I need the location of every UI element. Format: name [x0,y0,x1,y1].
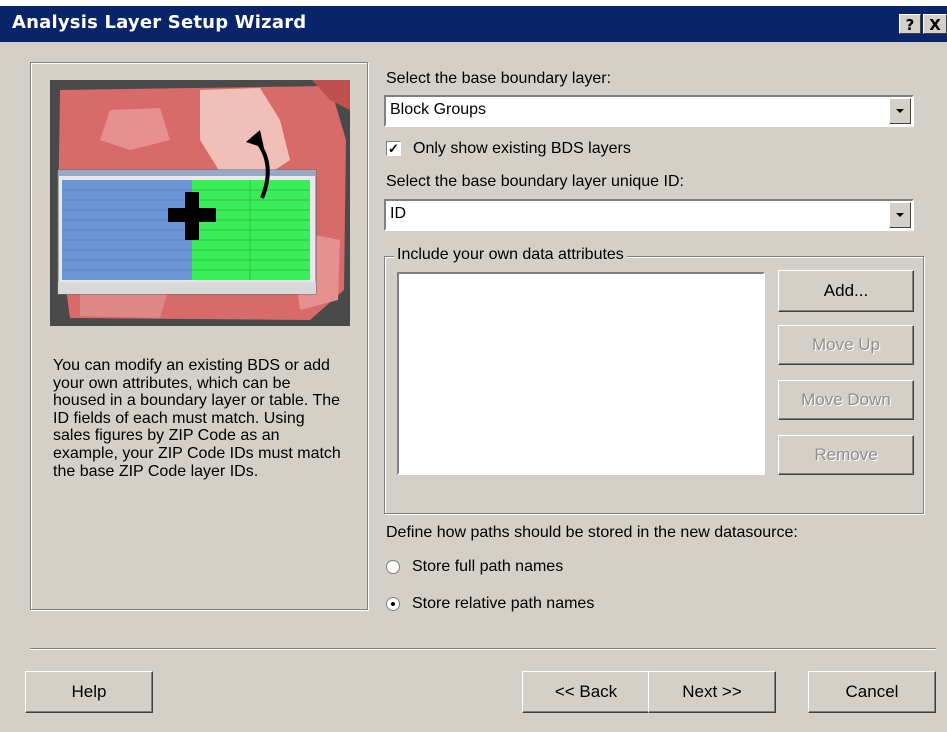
help-icon[interactable]: ? [899,14,921,34]
only-existing-label: Only show existing BDS layers [413,140,631,157]
title-bar: Analysis Layer Setup Wizard ? X [0,0,947,42]
next-button[interactable]: Next >> [648,671,776,713]
full-path-label: Store full path names [412,558,564,575]
add-button[interactable]: Add... [778,270,914,312]
back-button[interactable]: << Back [522,671,650,713]
full-path-radio[interactable] [386,560,400,574]
attributes-group-label: Include your own data attributes [394,246,627,264]
chevron-down-icon[interactable] [889,98,911,124]
base-layer-select[interactable]: Block Groups [384,95,914,127]
remove-button[interactable]: Remove [778,435,914,475]
help-button[interactable]: Help [25,671,153,713]
unique-id-select[interactable]: ID [384,199,914,231]
move-down-button[interactable]: Move Down [778,380,914,420]
window-title: Analysis Layer Setup Wizard [12,12,307,33]
close-icon[interactable]: X [923,14,947,34]
map-and-table-merge-illustration [50,80,350,326]
footer-divider [30,648,936,650]
attributes-list[interactable] [397,272,765,475]
unique-id-value: ID [390,205,406,222]
chevron-down-icon[interactable] [889,202,911,228]
move-up-button[interactable]: Move Up [778,325,914,365]
paths-label: Define how paths should be stored in the… [386,524,798,541]
description-text: You can modify an existing BDS or add yo… [53,357,341,480]
only-existing-checkbox[interactable]: ✓ [386,141,401,156]
relative-path-label: Store relative path names [412,595,595,612]
cancel-button[interactable]: Cancel [808,671,936,713]
unique-id-label: Select the base boundary layer unique ID… [386,173,684,190]
base-layer-label: Select the base boundary layer: [386,70,612,87]
relative-path-radio[interactable] [386,597,400,611]
illustration-graphic [50,80,350,326]
base-layer-value: Block Groups [390,101,487,118]
